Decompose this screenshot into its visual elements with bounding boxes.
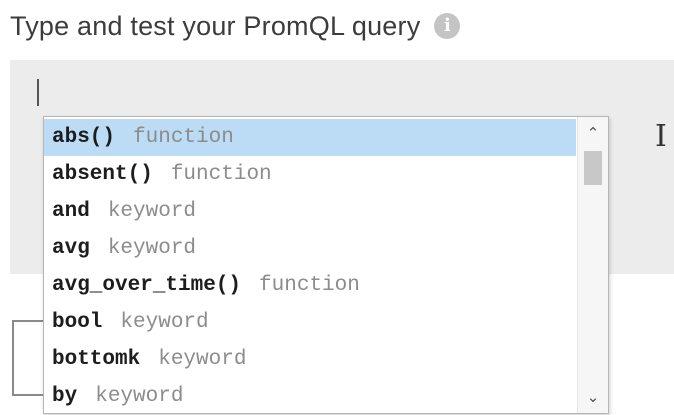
page-title: Type and test your PromQL query xyxy=(10,10,421,41)
suggestion-type: keyword xyxy=(120,311,209,334)
suggestion-item[interactable]: by keyword xyxy=(44,378,576,413)
suggestion-type: function xyxy=(133,126,234,149)
suggestion-type: keyword xyxy=(158,348,247,371)
suggestion-item[interactable]: avg keyword xyxy=(44,230,576,267)
suggestion-name: bool xyxy=(52,311,103,334)
autocomplete-dropdown[interactable]: abs() function absent() function and keyword a… xyxy=(43,116,609,414)
suggestion-type: keyword xyxy=(95,385,184,408)
suggestion-name: by xyxy=(52,385,78,408)
scroll-thumb[interactable] xyxy=(584,151,602,185)
info-icon[interactable]: i xyxy=(434,13,461,39)
suggestion-name: avg_over_time() xyxy=(52,274,242,297)
suggestion-item[interactable]: bool keyword xyxy=(44,304,576,341)
suggestion-type: keyword xyxy=(107,200,197,223)
suggestion-type: keyword xyxy=(107,237,197,260)
scroll-up-arrow-icon[interactable]: ⌃ xyxy=(578,119,608,147)
suggestion-name: bottomk xyxy=(52,348,141,371)
suggestion-item[interactable]: bottomk keyword xyxy=(44,341,576,378)
suggestion-name: avg xyxy=(52,237,90,260)
query-heading: Type and test your PromQL query i xyxy=(10,6,461,46)
suggestion-item[interactable]: abs() function xyxy=(44,119,576,156)
suggestion-type: function xyxy=(170,163,272,186)
text-caret xyxy=(37,79,39,106)
suggestion-item[interactable]: avg_over_time() function xyxy=(44,267,576,304)
suggestion-name: absent() xyxy=(52,163,153,186)
dropdown-scrollbar[interactable]: ⌃ ⌄ xyxy=(577,117,608,413)
suggestion-item[interactable]: absent() function xyxy=(44,156,576,193)
text-cursor-icon: I xyxy=(655,119,667,154)
query-editor-page: Type and test your PromQL query i I abs(… xyxy=(0,0,674,415)
scroll-down-arrow-icon[interactable]: ⌄ xyxy=(578,383,608,411)
suggestion-name: and xyxy=(52,200,90,223)
suggestion-item[interactable]: and keyword xyxy=(44,193,576,230)
suggestion-name: abs() xyxy=(52,126,116,149)
suggestion-list: abs() function absent() function and keyword a… xyxy=(44,119,576,413)
suggestion-type: function xyxy=(259,274,360,297)
